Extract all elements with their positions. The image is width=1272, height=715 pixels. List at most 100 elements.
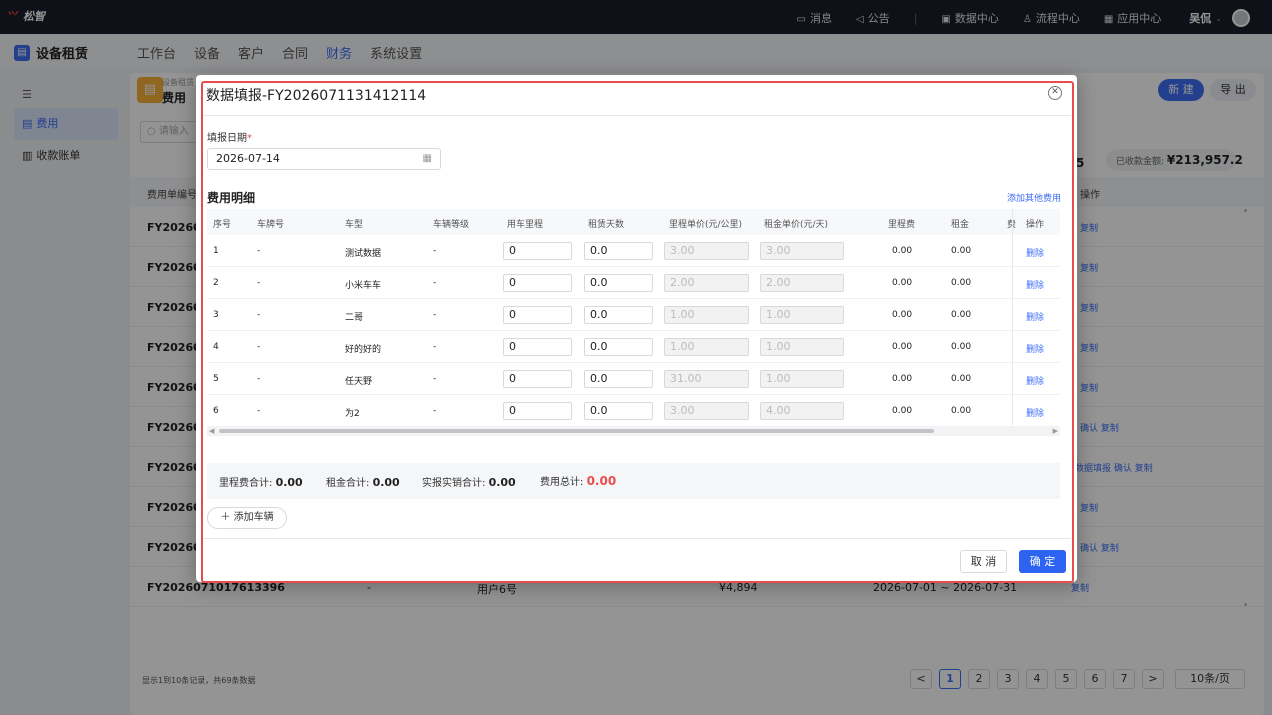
cell-rent: 0.00 bbox=[951, 310, 972, 320]
days-input[interactable]: 0.0 bbox=[584, 402, 653, 420]
delete-link[interactable]: 删除 bbox=[1026, 342, 1044, 355]
rent-total-label: 租金合计: bbox=[326, 478, 370, 489]
days-input[interactable]: 0.0 bbox=[584, 274, 653, 292]
mileage-input[interactable]: 0 bbox=[503, 370, 572, 388]
rent-price-input: 4.00 bbox=[760, 402, 844, 420]
add-vehicle-button[interactable]: ＋ 添加车辆 bbox=[207, 507, 287, 529]
delete-link[interactable]: 删除 bbox=[1026, 278, 1044, 291]
cell-mile-fee: 0.00 bbox=[892, 406, 913, 416]
cell-plate: - bbox=[257, 278, 261, 288]
mileage-input[interactable]: 0 bbox=[503, 306, 572, 324]
cancel-button[interactable]: 取 消 bbox=[960, 550, 1007, 573]
cell-rent: 0.00 bbox=[951, 278, 972, 288]
cell-rent: 0.00 bbox=[951, 406, 972, 416]
actual-total-value: 0.00 bbox=[488, 476, 516, 489]
cell-mile-fee: 0.00 bbox=[892, 246, 913, 256]
section-title: 费用明细 bbox=[207, 191, 256, 205]
days-input[interactable]: 0.0 bbox=[584, 306, 653, 324]
scrollbar-thumb[interactable] bbox=[219, 429, 934, 433]
mileage-input[interactable]: 0 bbox=[503, 338, 572, 356]
delete-link[interactable]: 删除 bbox=[1026, 310, 1044, 323]
col-days: 租赁天数 bbox=[588, 220, 625, 230]
rent-total-value: 0.00 bbox=[372, 476, 400, 489]
mile-total: 里程费合计: 0.00 bbox=[219, 474, 303, 489]
rent-price-input: 1.00 bbox=[760, 370, 844, 388]
cell-plate: - bbox=[257, 406, 261, 416]
cell-model: 任天野 bbox=[345, 377, 373, 387]
cell-mile-fee: 0.00 bbox=[892, 342, 913, 352]
days-input[interactable]: 0.0 bbox=[584, 242, 653, 260]
cell-no: 3 bbox=[213, 310, 219, 320]
cell-mile-fee: 0.00 bbox=[892, 310, 913, 320]
days-input[interactable]: 0.0 bbox=[584, 370, 653, 388]
cell-level: - bbox=[433, 278, 437, 288]
mile-price-input: 1.00 bbox=[664, 338, 749, 356]
close-icon[interactable]: ✕ bbox=[1048, 86, 1062, 100]
cell-plate: - bbox=[257, 310, 261, 320]
col-level: 车辆等级 bbox=[433, 220, 470, 230]
horizontal-scrollbar[interactable]: ◀ ▶ bbox=[207, 426, 1060, 436]
col-rent-price: 租金单价(元/天) bbox=[764, 220, 829, 230]
actual-total: 实报实销合计: 0.00 bbox=[422, 474, 516, 489]
scroll-right-icon[interactable]: ▶ bbox=[1053, 426, 1058, 436]
rent-price-input: 2.00 bbox=[760, 274, 844, 292]
expense-row: 2 - 小米车车 - 0 0.0 2.00 2.00 0.00 0.00 删除 bbox=[207, 267, 1060, 299]
col-mile-price: 里程单价(元/公里) bbox=[669, 220, 743, 230]
grand-total-value: 0.00 bbox=[586, 474, 617, 488]
mileage-input[interactable]: 0 bbox=[503, 402, 572, 420]
delete-link[interactable]: 删除 bbox=[1026, 374, 1044, 387]
expense-row: 4 - 好的好的 - 0 0.0 1.00 1.00 0.00 0.00 删除 bbox=[207, 331, 1060, 363]
required-mark: * bbox=[247, 133, 252, 144]
delete-link[interactable]: 删除 bbox=[1026, 406, 1044, 419]
grand-total-label: 费用总计: bbox=[540, 477, 584, 488]
cell-plate: - bbox=[257, 246, 261, 256]
rent-price-input: 3.00 bbox=[760, 242, 844, 260]
divider bbox=[202, 538, 1071, 539]
cell-level: - bbox=[433, 406, 437, 416]
cell-no: 5 bbox=[213, 374, 219, 384]
cell-plate: - bbox=[257, 342, 261, 352]
mile-price-input: 1.00 bbox=[664, 306, 749, 324]
modal-title: 数据填报-FY2026071131412114 bbox=[206, 88, 427, 104]
cell-level: - bbox=[433, 374, 437, 384]
col-plate: 车牌号 bbox=[257, 220, 285, 230]
rent-price-input: 1.00 bbox=[760, 306, 844, 324]
col-mileage: 用车里程 bbox=[507, 220, 544, 230]
calendar-icon[interactable]: ▦ bbox=[423, 149, 432, 169]
mile-price-input: 2.00 bbox=[664, 274, 749, 292]
expense-row: 6 - 为2 - 0 0.0 3.00 4.00 0.00 0.00 删除 bbox=[207, 395, 1060, 427]
cell-model: 二哥 bbox=[345, 313, 364, 323]
cell-no: 2 bbox=[213, 278, 219, 288]
actual-total-label: 实报实销合计: bbox=[422, 478, 486, 489]
cell-no: 1 bbox=[213, 246, 219, 256]
date-value: 2026-07-14 bbox=[216, 152, 280, 165]
grand-total: 费用总计: 0.00 bbox=[540, 473, 616, 488]
data-entry-modal: 数据填报-FY2026071131412114 ✕ 填报日期* 2026-07-… bbox=[196, 75, 1077, 582]
mile-total-value: 0.00 bbox=[275, 476, 303, 489]
mileage-input[interactable]: 0 bbox=[503, 274, 572, 292]
col-op: 操作 bbox=[1026, 217, 1045, 230]
cell-mile-fee: 0.00 bbox=[892, 278, 913, 288]
cell-rent: 0.00 bbox=[951, 342, 972, 352]
delete-link[interactable]: 删除 bbox=[1026, 246, 1044, 259]
cell-model: 小米车车 bbox=[345, 281, 382, 291]
mile-price-input: 31.00 bbox=[664, 370, 749, 388]
divider bbox=[202, 115, 1071, 116]
summary-bar: 里程费合计: 0.00 租金合计: 0.00 实报实销合计: 0.00 费用总计… bbox=[207, 463, 1060, 499]
mileage-input[interactable]: 0 bbox=[503, 242, 572, 260]
mile-price-input: 3.00 bbox=[664, 242, 749, 260]
cell-model: 好的好的 bbox=[345, 345, 382, 355]
days-input[interactable]: 0.0 bbox=[584, 338, 653, 356]
confirm-button[interactable]: 确 定 bbox=[1019, 550, 1066, 573]
date-field[interactable]: 2026-07-14 ▦ bbox=[207, 148, 441, 170]
add-other-fee-link[interactable]: 添加其他费用 bbox=[1007, 191, 1061, 204]
date-label: 填报日期* bbox=[207, 129, 252, 144]
col-rent: 租金 bbox=[951, 220, 970, 230]
col-mile-fee: 里程费 bbox=[888, 220, 916, 230]
mile-total-label: 里程费合计: bbox=[219, 478, 273, 489]
col-no: 序号 bbox=[213, 220, 232, 230]
cell-no: 4 bbox=[213, 342, 219, 352]
expense-row: 1 - 测试数据 - 0 0.0 3.00 3.00 0.00 0.00 删除 bbox=[207, 235, 1060, 267]
rent-total: 租金合计: 0.00 bbox=[326, 474, 400, 489]
scroll-left-icon[interactable]: ◀ bbox=[209, 426, 214, 436]
